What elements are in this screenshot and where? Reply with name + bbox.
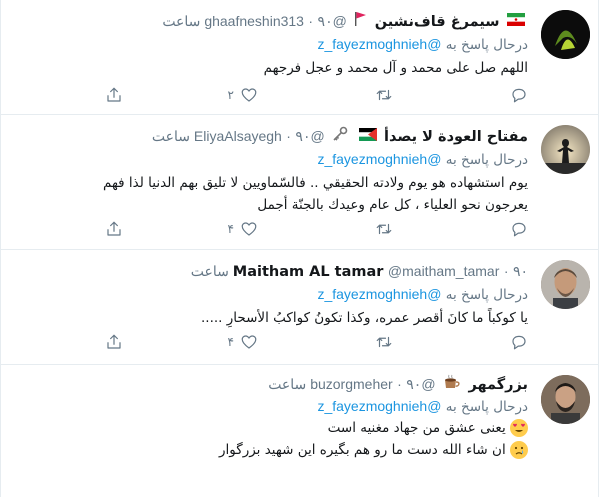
reply-mention[interactable]: @z_fayezmoghnieh bbox=[317, 36, 441, 52]
key-icon bbox=[332, 126, 348, 149]
avatar[interactable] bbox=[541, 125, 590, 174]
red-flag-icon bbox=[354, 11, 367, 33]
like-count: ۴ bbox=[227, 335, 234, 349]
like-count: ۴ bbox=[227, 222, 234, 236]
tweet-card[interactable]: مفتاح العودة لا يصدأ @EliyaAlsayegh · ۹۰… bbox=[1, 115, 598, 250]
reply-button[interactable] bbox=[510, 333, 528, 351]
reply-icon bbox=[512, 88, 526, 103]
tweet-text: یعنی عشق من جهاد مغنیه است ان شاء الله د… bbox=[11, 417, 528, 461]
tweet-text: اللهم صل علی محمد و آل محمد و عجل فرجهم bbox=[11, 57, 528, 79]
tweet-text-line: ان شاء الله دست ما رو هم بگیره این شهید … bbox=[11, 439, 528, 461]
like-button[interactable]: ۴ bbox=[228, 333, 258, 351]
tweet-card[interactable]: سیمرغ قاف‌نشین @ghaafneshin313 · ۹۰ ساعت… bbox=[1, 0, 598, 115]
retweet-icon bbox=[376, 89, 392, 101]
crying-emoji-icon bbox=[510, 441, 528, 459]
retweet-button[interactable] bbox=[375, 86, 393, 104]
like-button[interactable]: ۲ bbox=[228, 86, 258, 104]
heart-eyes-emoji-icon bbox=[510, 419, 528, 437]
retweet-button[interactable] bbox=[375, 333, 393, 351]
reply-context: درحال پاسخ به @z_fayezmoghnieh bbox=[11, 396, 528, 417]
avatar[interactable] bbox=[541, 375, 590, 424]
reply-mention[interactable]: @z_fayezmoghnieh bbox=[317, 286, 441, 302]
tweet-card[interactable]: بزرگمهر @buzorgmeher · ۹۰ ساعت درحال پاس… bbox=[1, 365, 598, 497]
reply-mention[interactable]: @z_fayezmoghnieh bbox=[317, 151, 441, 167]
tweet-text: يوم استشهاده هو يوم ولادته الحقيقي .. فا… bbox=[11, 172, 528, 216]
avatar[interactable] bbox=[541, 260, 590, 309]
share-icon bbox=[107, 87, 121, 102]
tweet-text-segment: ان شاء الله دست ما رو هم بگیره این شهید … bbox=[219, 442, 506, 458]
reply-icon bbox=[512, 335, 526, 350]
tweet-text-segment: یعنی عشق من جهاد مغنیه است bbox=[327, 420, 506, 436]
tweet-text: يا كوكباً ما كانَ أقصر عمره، وكذا تكونُ … bbox=[11, 307, 528, 329]
tweet-text-line: يوم استشهاده هو يوم ولادته الحقيقي .. فا… bbox=[102, 175, 528, 191]
action-bar: ۲ bbox=[98, 86, 528, 104]
tweet-text-line: اللهم صل علی محمد و آل محمد و عجل فرجهم bbox=[263, 60, 528, 76]
tweet-header: سیمرغ قاف‌نشین @ghaafneshin313 · ۹۰ ساعت bbox=[11, 10, 528, 32]
reply-context: درحال پاسخ به @z_fayezmoghnieh bbox=[11, 34, 528, 55]
reply-prefix: درحال پاسخ به bbox=[445, 37, 528, 53]
tweet-text-line: یعنی عشق من جهاد مغنیه است bbox=[11, 417, 528, 439]
reply-mention[interactable]: @z_fayezmoghnieh bbox=[317, 398, 441, 414]
heart-icon bbox=[241, 335, 257, 349]
tweet-header: مفتاح العودة لا يصدأ @EliyaAlsayegh · ۹۰… bbox=[11, 125, 528, 147]
share-button[interactable] bbox=[105, 333, 123, 351]
separator-dot: · bbox=[286, 128, 291, 144]
reply-prefix: درحال پاسخ به bbox=[445, 287, 528, 303]
palestine-flag-icon bbox=[358, 126, 377, 148]
retweet-button[interactable] bbox=[375, 220, 393, 238]
share-icon bbox=[107, 221, 121, 236]
like-count: ۲ bbox=[227, 88, 234, 102]
iran-flag-icon bbox=[507, 11, 525, 33]
display-name[interactable]: مفتاح العودة لا يصدأ bbox=[384, 129, 528, 145]
reply-button[interactable] bbox=[510, 86, 528, 104]
coffee-icon bbox=[443, 374, 461, 397]
share-button[interactable] bbox=[105, 220, 123, 238]
reply-prefix: درحال پاسخ به bbox=[445, 399, 528, 415]
reply-context: درحال پاسخ به @z_fayezmoghnieh bbox=[11, 284, 528, 305]
separator-dot: · bbox=[308, 13, 314, 29]
tweet-feed: سیمرغ قاف‌نشین @ghaafneshin313 · ۹۰ ساعت… bbox=[0, 0, 599, 497]
display-name[interactable]: بزرگمهر bbox=[468, 377, 528, 393]
reply-button[interactable] bbox=[510, 220, 528, 238]
separator-dot: · bbox=[397, 376, 402, 392]
reply-prefix: درحال پاسخ به bbox=[445, 152, 528, 168]
user-handle[interactable]: @maitham_tamar bbox=[388, 263, 499, 279]
like-button[interactable]: ۴ bbox=[228, 220, 258, 238]
separator-dot: · bbox=[503, 263, 509, 279]
share-button[interactable] bbox=[105, 86, 123, 104]
display-name[interactable]: Maitham AL tamar bbox=[233, 264, 384, 280]
avatar[interactable] bbox=[541, 10, 590, 59]
display-name[interactable]: سیمرغ قاف‌نشین bbox=[375, 14, 500, 30]
retweet-icon bbox=[376, 336, 392, 348]
reply-context: درحال پاسخ به @z_fayezmoghnieh bbox=[11, 149, 528, 170]
heart-icon bbox=[241, 222, 257, 236]
tweet-header: Maitham AL tamar @maitham_tamar · ۹۰ ساع… bbox=[11, 260, 528, 282]
heart-icon bbox=[241, 88, 257, 102]
tweet-text-line: يعرجون نحو العلياء ، كل عام وعيدك بالجنّ… bbox=[257, 197, 528, 213]
action-bar: ۴ bbox=[98, 220, 528, 238]
action-bar: ۴ bbox=[98, 333, 528, 351]
tweet-card[interactable]: Maitham AL tamar @maitham_tamar · ۹۰ ساع… bbox=[1, 250, 598, 365]
tweet-header: بزرگمهر @buzorgmeher · ۹۰ ساعت bbox=[11, 373, 528, 395]
reply-icon bbox=[512, 222, 526, 237]
retweet-icon bbox=[376, 223, 392, 235]
tweet-text-line: يا كوكباً ما كانَ أقصر عمره، وكذا تكونُ … bbox=[201, 310, 528, 326]
share-icon bbox=[107, 334, 121, 349]
